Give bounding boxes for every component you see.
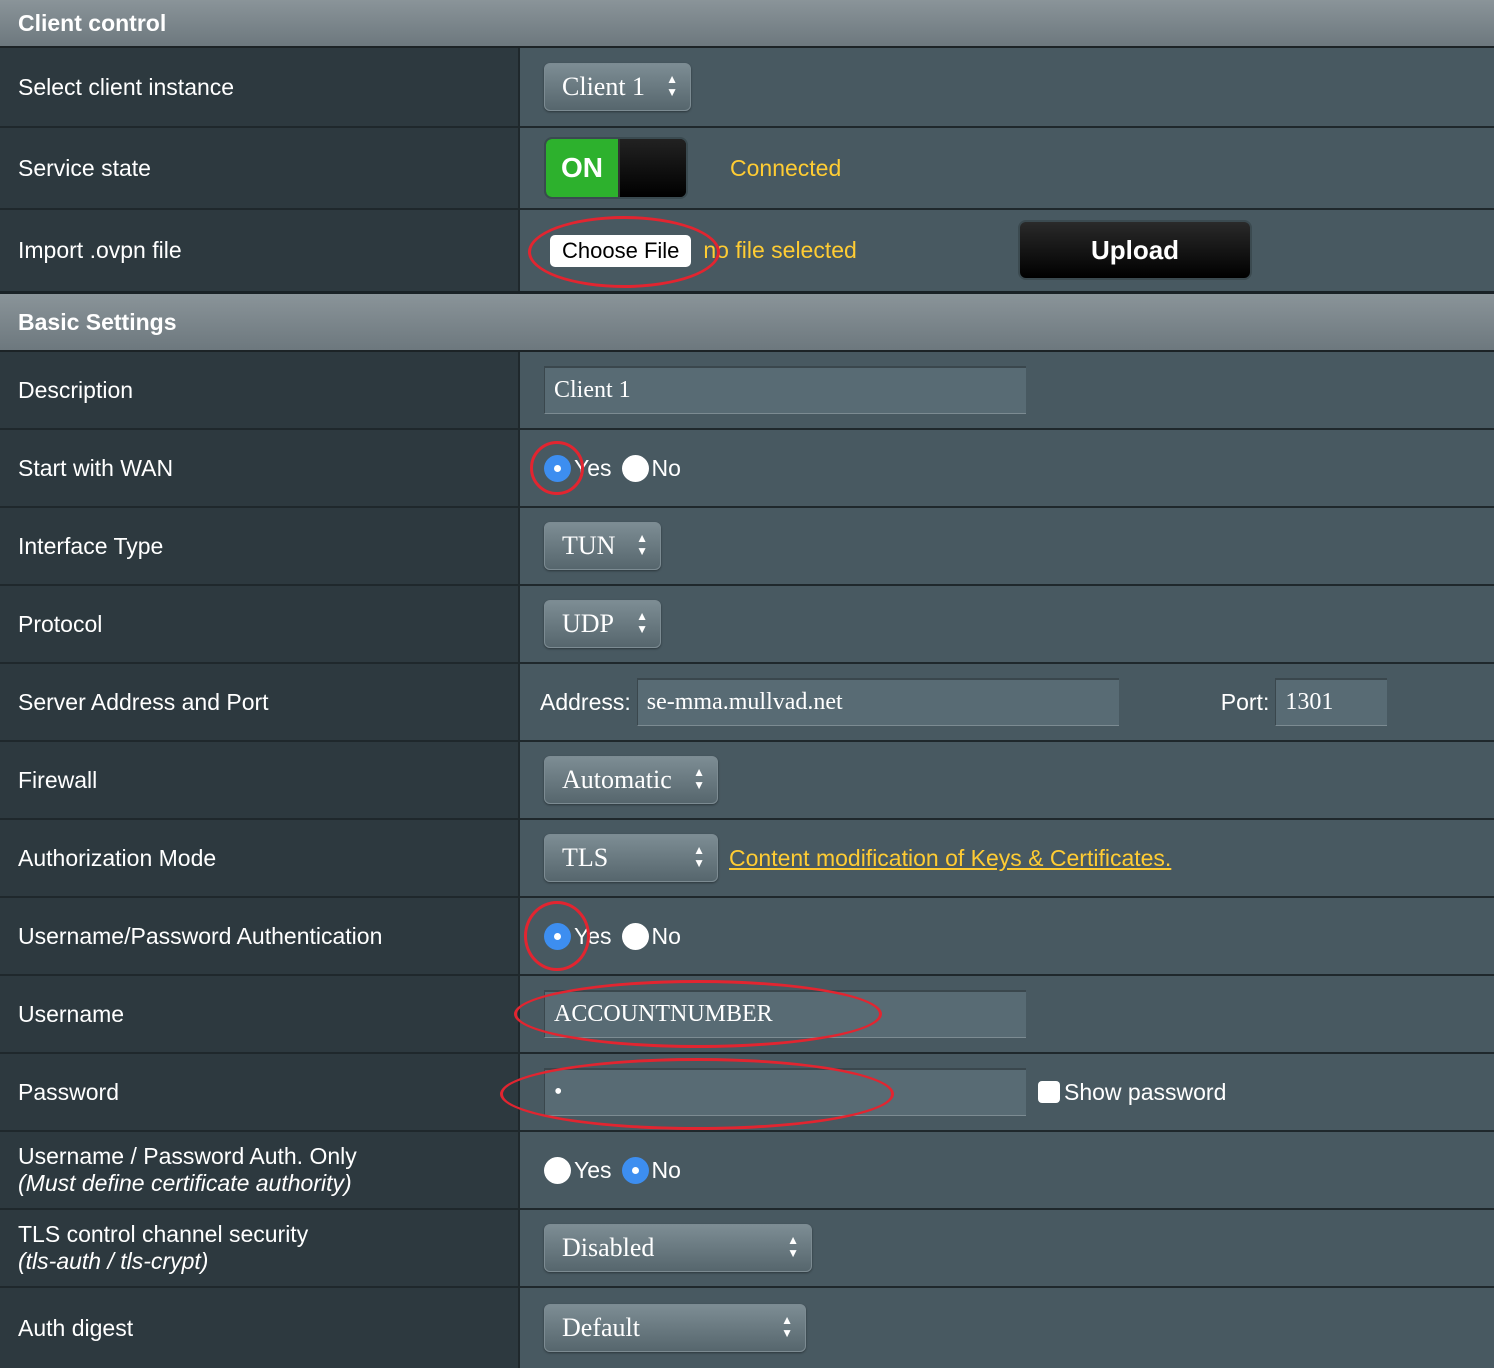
- select-arrows-icon: ▲ ▼: [666, 72, 678, 99]
- client-control-header: Client control: [0, 0, 1494, 48]
- password-label: Password: [0, 1054, 520, 1130]
- userpass-auth-yes-radio[interactable]: [544, 922, 571, 950]
- start-wan-yes-label: Yes: [574, 454, 612, 481]
- auth-digest-label: Auth digest: [0, 1288, 520, 1368]
- row-userpass-only: Username / Password Auth. Only (Must def…: [0, 1132, 1494, 1210]
- auth-mode-select[interactable]: TLS ▲ ▼: [544, 834, 718, 882]
- server-address-input[interactable]: se-mma.mullvad.net: [636, 678, 1119, 726]
- username-input[interactable]: ACCOUNTNUMBER: [544, 990, 1026, 1038]
- show-password-checkbox[interactable]: [1038, 1081, 1060, 1103]
- show-password-label: Show password: [1064, 1078, 1227, 1105]
- select-arrows-icon: ▲ ▼: [636, 531, 648, 558]
- start-wan-yes-radio[interactable]: [544, 454, 571, 482]
- userpass-only-label: Username / Password Auth. Only (Must def…: [0, 1132, 520, 1208]
- userpass-only-yes-radio[interactable]: [544, 1156, 571, 1184]
- service-state-label: Service state: [0, 128, 520, 208]
- upload-button[interactable]: Upload: [1018, 220, 1252, 280]
- protocol-select[interactable]: UDP ▲ ▼: [544, 600, 661, 648]
- row-interface-type: Interface Type TUN ▲ ▼: [0, 508, 1494, 586]
- row-firewall: Firewall Automatic ▲ ▼: [0, 742, 1494, 820]
- auth-mode-label: Authorization Mode: [0, 820, 520, 896]
- file-status: no file selected: [703, 237, 857, 263]
- row-tls-control: TLS control channel security (tls-auth /…: [0, 1210, 1494, 1288]
- row-auth-digest: Auth digest Default ▲ ▼: [0, 1288, 1494, 1368]
- interface-type-select[interactable]: TUN ▲ ▼: [544, 522, 661, 570]
- row-select-client: Select client instance Client 1 ▲ ▼: [0, 48, 1494, 128]
- userpass-only-yes-label: Yes: [574, 1156, 612, 1183]
- basic-settings-header: Basic Settings: [0, 294, 1494, 352]
- row-description: Description Client 1: [0, 352, 1494, 430]
- auth-digest-select[interactable]: Default ▲ ▼: [544, 1304, 806, 1352]
- port-label: Port:: [1220, 688, 1270, 715]
- start-wan-label: Start with WAN: [0, 430, 520, 506]
- start-wan-no-label: No: [651, 454, 681, 481]
- server-label: Server Address and Port: [0, 664, 520, 740]
- row-auth-mode: Authorization Mode TLS ▲ ▼ Content modifi…: [0, 820, 1494, 898]
- password-input[interactable]: •: [544, 1068, 1026, 1116]
- choose-file-button[interactable]: Choose File: [550, 234, 692, 267]
- client-instance-select[interactable]: Client 1 ▲ ▼: [544, 63, 691, 111]
- select-arrows-icon: ▲ ▼: [636, 609, 648, 636]
- start-wan-no-radio[interactable]: [621, 454, 649, 482]
- username-label: Username: [0, 976, 520, 1052]
- userpass-auth-yes-label: Yes: [574, 922, 612, 949]
- description-input[interactable]: Client 1: [544, 366, 1026, 414]
- row-import-file: Import .ovpn file Choose File no file se…: [0, 210, 1494, 294]
- userpass-auth-label: Username/Password Authentication: [0, 898, 520, 974]
- userpass-only-no-label: No: [651, 1156, 681, 1183]
- select-arrows-icon: ▲ ▼: [781, 1313, 793, 1340]
- protocol-label: Protocol: [0, 586, 520, 662]
- firewall-label: Firewall: [0, 742, 520, 818]
- row-start-wan: Start with WAN Yes No: [0, 430, 1494, 508]
- select-arrows-icon: ▲ ▼: [693, 843, 705, 870]
- connection-status: Connected: [730, 154, 842, 181]
- select-arrows-icon: ▲ ▼: [693, 765, 705, 792]
- row-userpass-auth: Username/Password Authentication Yes No: [0, 898, 1494, 976]
- userpass-auth-no-radio[interactable]: [621, 922, 649, 950]
- interface-type-label: Interface Type: [0, 508, 520, 584]
- tls-control-select[interactable]: Disabled ▲ ▼: [544, 1224, 812, 1272]
- service-state-toggle[interactable]: ON: [544, 137, 688, 199]
- select-client-label: Select client instance: [0, 48, 520, 126]
- row-username: Username ACCOUNTNUMBER: [0, 976, 1494, 1054]
- address-label: Address:: [540, 688, 631, 715]
- description-label: Description: [0, 352, 520, 428]
- select-arrows-icon: ▲ ▼: [787, 1233, 799, 1260]
- userpass-only-no-radio[interactable]: [621, 1156, 649, 1184]
- row-service-state: Service state ON Connected: [0, 128, 1494, 210]
- firewall-select[interactable]: Automatic ▲ ▼: [544, 756, 718, 804]
- toggle-on-label: ON: [546, 139, 618, 197]
- row-protocol: Protocol UDP ▲ ▼: [0, 586, 1494, 664]
- userpass-auth-no-label: No: [651, 922, 681, 949]
- row-server: Server Address and Port Address: se-mma.…: [0, 664, 1494, 742]
- tls-control-label: TLS control channel security (tls-auth /…: [0, 1210, 520, 1286]
- import-file-label: Import .ovpn file: [0, 210, 520, 291]
- keys-certificates-link[interactable]: Content modification of Keys & Certifica…: [729, 845, 1171, 872]
- row-password: Password • Show password: [0, 1054, 1494, 1132]
- server-port-input[interactable]: 1301: [1275, 678, 1388, 726]
